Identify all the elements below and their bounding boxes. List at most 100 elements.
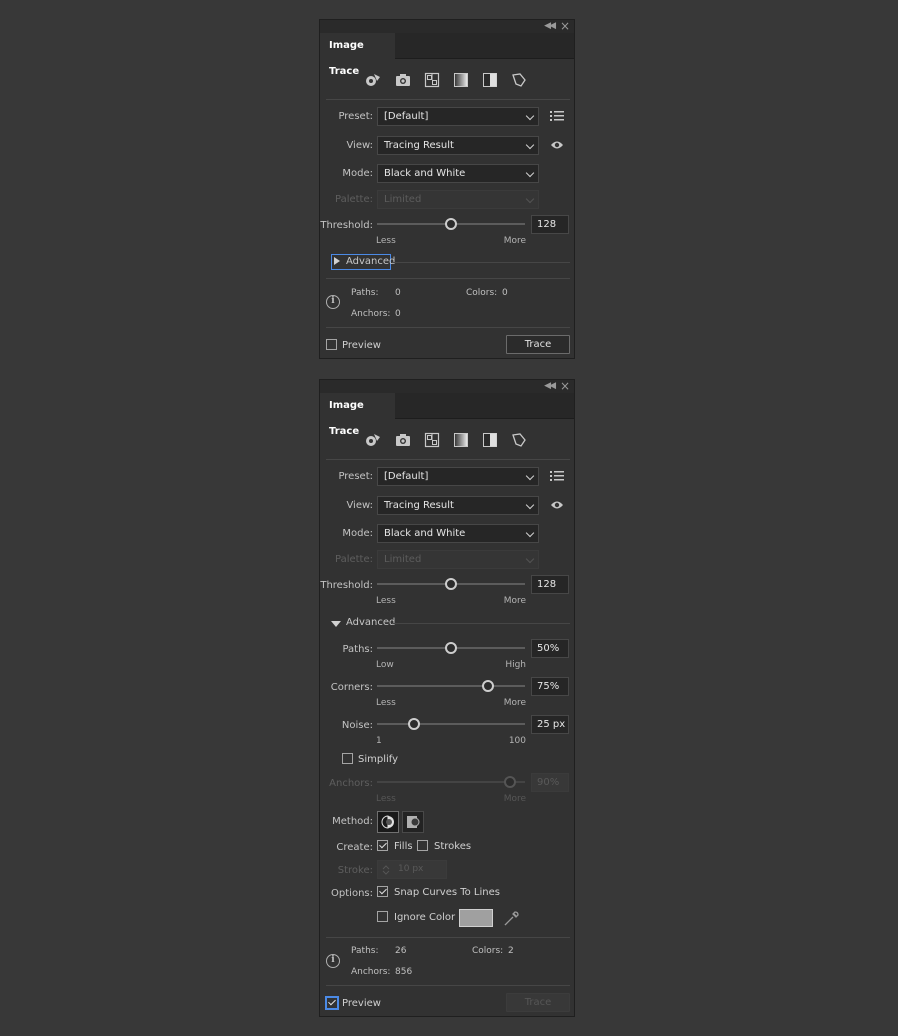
threshold-max-label: More <box>503 596 526 606</box>
trace-button: Trace <box>506 993 570 1012</box>
corners-max-label: More <box>503 698 526 708</box>
anchors-min-label: Less <box>376 794 396 804</box>
preset-label: Preset: <box>338 471 373 482</box>
slider-knob[interactable] <box>445 218 457 230</box>
auto-color-icon[interactable] <box>365 72 381 88</box>
slider-knob[interactable] <box>408 718 420 730</box>
grayscale-icon[interactable] <box>453 72 469 88</box>
chevron-down-icon <box>525 500 535 510</box>
black-and-white-icon[interactable] <box>482 432 498 448</box>
eye-icon[interactable] <box>550 500 564 510</box>
low-color-icon[interactable] <box>424 432 440 448</box>
ignore-color-checkbox[interactable] <box>377 911 388 922</box>
presets-menu-icon[interactable] <box>550 111 564 121</box>
colors-count-label: Colors: <box>472 946 504 956</box>
trace-button[interactable]: Trace <box>506 335 570 354</box>
paths-input[interactable]: 50% <box>531 639 569 658</box>
view-value: Tracing Result <box>384 500 454 511</box>
method-label: Method: <box>332 816 373 827</box>
black-and-white-icon[interactable] <box>482 72 498 88</box>
high-color-icon[interactable] <box>395 72 411 88</box>
options-label: Options: <box>331 888 373 899</box>
corners-input[interactable]: 75% <box>531 677 569 696</box>
strokes-checkbox[interactable] <box>417 840 428 851</box>
chevron-down-icon <box>525 194 535 204</box>
ignore-color-swatch[interactable] <box>459 909 493 927</box>
preview-checkbox[interactable] <box>326 339 337 350</box>
palette-dropdown: Limited <box>377 190 539 209</box>
corners-slider[interactable] <box>377 679 525 693</box>
noise-input[interactable]: 25 px <box>531 715 569 734</box>
close-icon[interactable]: × <box>560 379 570 393</box>
collapse-panel-icon[interactable]: ◀◀ <box>544 381 556 391</box>
auto-color-icon[interactable] <box>365 432 381 448</box>
eye-icon[interactable] <box>550 140 564 150</box>
threshold-input[interactable]: 128 <box>531 215 569 234</box>
threshold-min-label: Less <box>376 596 396 606</box>
presets-menu-icon[interactable] <box>550 471 564 481</box>
simplify-checkbox[interactable] <box>342 753 353 764</box>
threshold-input[interactable]: 128 <box>531 575 569 594</box>
preset-dropdown[interactable]: [Default] <box>377 107 539 126</box>
disclosure-triangle-down-icon[interactable] <box>331 621 341 627</box>
paths-count-label: Paths: <box>351 288 379 298</box>
fills-label: Fills <box>394 841 413 852</box>
divider <box>326 99 570 100</box>
preview-label: Preview <box>342 340 381 351</box>
colors-count-value: 2 <box>508 946 514 956</box>
tab-image-trace[interactable]: Image Trace <box>320 393 395 437</box>
slider-knob[interactable] <box>445 642 457 654</box>
paths-slider[interactable] <box>377 641 525 655</box>
snap-curves-checkbox[interactable] <box>377 886 388 897</box>
divider <box>326 278 570 279</box>
paths-max-label: High <box>505 660 526 670</box>
chevron-down-icon <box>525 528 535 538</box>
advanced-label: Advanced <box>346 256 396 267</box>
threshold-min-label: Less <box>376 236 396 246</box>
anchors-max-label: More <box>503 794 526 804</box>
view-value: Tracing Result <box>384 140 454 151</box>
fills-checkbox[interactable] <box>377 840 388 851</box>
low-color-icon[interactable] <box>424 72 440 88</box>
mode-dropdown[interactable]: Black and White <box>377 164 539 183</box>
view-label: View: <box>346 500 373 511</box>
anchors-count-value: 856 <box>395 967 413 977</box>
close-icon[interactable]: × <box>560 19 570 33</box>
mode-value: Black and White <box>384 528 466 539</box>
threshold-slider[interactable] <box>377 577 525 591</box>
corners-min-label: Less <box>376 698 396 708</box>
method-abutting-button[interactable] <box>377 811 399 833</box>
paths-slider-label: Paths: <box>342 644 373 655</box>
noise-slider[interactable] <box>377 717 525 731</box>
preset-dropdown[interactable]: [Default] <box>377 467 539 486</box>
paths-count-value: 0 <box>395 288 401 298</box>
preset-value: [Default] <box>384 111 429 122</box>
outline-icon[interactable] <box>511 432 527 448</box>
divider <box>326 459 570 460</box>
panel-titlebar: ◀◀ × <box>320 19 574 33</box>
advanced-label[interactable]: Advanced <box>346 617 395 628</box>
method-overlapping-button[interactable] <box>402 811 424 833</box>
high-color-icon[interactable] <box>395 432 411 448</box>
tab-image-trace[interactable]: Image Trace <box>320 33 395 77</box>
threshold-slider[interactable] <box>377 217 525 231</box>
view-dropdown[interactable]: Tracing Result <box>377 496 539 515</box>
mode-label: Mode: <box>342 528 373 539</box>
slider-knob[interactable] <box>445 578 457 590</box>
ignore-color-label: Ignore Color <box>394 912 456 923</box>
slider-knob <box>504 776 517 788</box>
preset-icon-row <box>320 72 574 88</box>
chevron-down-icon <box>525 111 535 121</box>
mode-dropdown[interactable]: Black and White <box>377 524 539 543</box>
slider-knob[interactable] <box>482 680 494 692</box>
overlapping-method-icon <box>407 816 420 828</box>
outline-icon[interactable] <box>511 72 527 88</box>
grayscale-icon[interactable] <box>453 432 469 448</box>
preview-checkbox[interactable] <box>325 996 339 1010</box>
chevron-down-icon <box>525 168 535 178</box>
collapse-panel-icon[interactable]: ◀◀ <box>544 21 556 31</box>
eyedropper-icon[interactable] <box>503 909 521 927</box>
stroke-value: 10 px <box>398 864 424 874</box>
view-dropdown[interactable]: Tracing Result <box>377 136 539 155</box>
chevron-down-icon <box>525 140 535 150</box>
